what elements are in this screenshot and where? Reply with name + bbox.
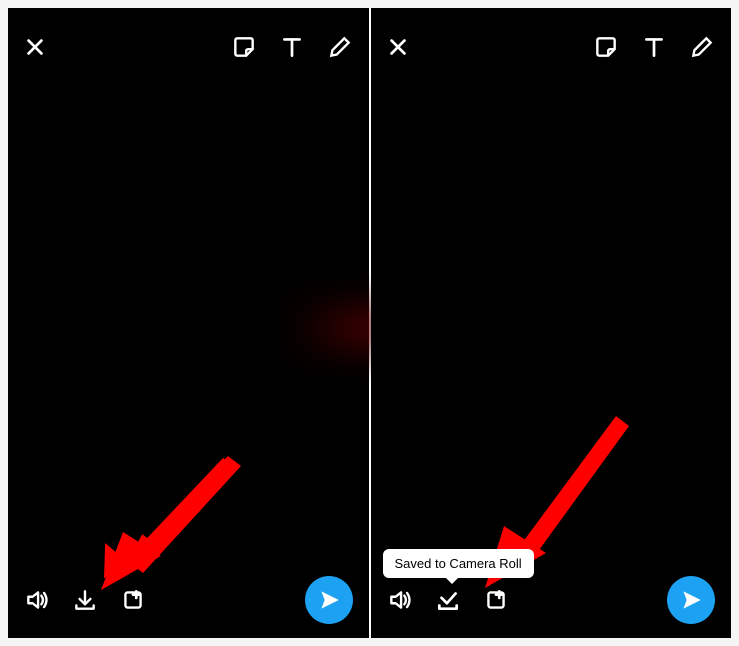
screenshot-comparison: Saved to Camera Roll [8, 8, 731, 638]
pencil-icon [689, 34, 715, 60]
edit-tools [231, 34, 353, 60]
add-story-icon [120, 587, 146, 613]
top-toolbar [8, 22, 369, 72]
add-story-button[interactable] [483, 587, 509, 613]
bottom-left-actions [24, 587, 146, 613]
audio-button[interactable] [24, 587, 50, 613]
close-button[interactable] [24, 36, 46, 58]
pencil-icon [327, 34, 353, 60]
send-button[interactable] [667, 576, 715, 624]
add-story-icon [483, 587, 509, 613]
check-download-icon [435, 587, 461, 613]
text-icon [641, 34, 667, 60]
speaker-icon [387, 587, 413, 613]
text-tool-button[interactable] [641, 34, 667, 60]
phone-screen-right: Saved to Camera Roll [371, 8, 732, 638]
send-button[interactable] [305, 576, 353, 624]
draw-button[interactable] [689, 34, 715, 60]
add-story-button[interactable] [120, 587, 146, 613]
edit-tools [593, 34, 715, 60]
saved-button[interactable] [435, 587, 461, 613]
phone-screen-left [8, 8, 369, 638]
bottom-toolbar [371, 572, 732, 628]
bottom-toolbar [8, 572, 369, 628]
sticker-icon [593, 34, 619, 60]
close-button[interactable] [387, 36, 409, 58]
sticker-icon [231, 34, 257, 60]
audio-button[interactable] [387, 587, 413, 613]
bottom-left-actions [387, 587, 509, 613]
close-icon [387, 36, 409, 58]
sticker-button[interactable] [593, 34, 619, 60]
save-button[interactable] [72, 587, 98, 613]
send-icon [678, 587, 704, 613]
close-icon [24, 36, 46, 58]
sticker-button[interactable] [231, 34, 257, 60]
speaker-icon [24, 587, 50, 613]
text-icon [279, 34, 305, 60]
tooltip-text: Saved to Camera Roll [395, 556, 522, 571]
text-tool-button[interactable] [279, 34, 305, 60]
draw-button[interactable] [327, 34, 353, 60]
send-icon [316, 587, 342, 613]
top-toolbar [371, 22, 732, 72]
download-icon [72, 587, 98, 613]
